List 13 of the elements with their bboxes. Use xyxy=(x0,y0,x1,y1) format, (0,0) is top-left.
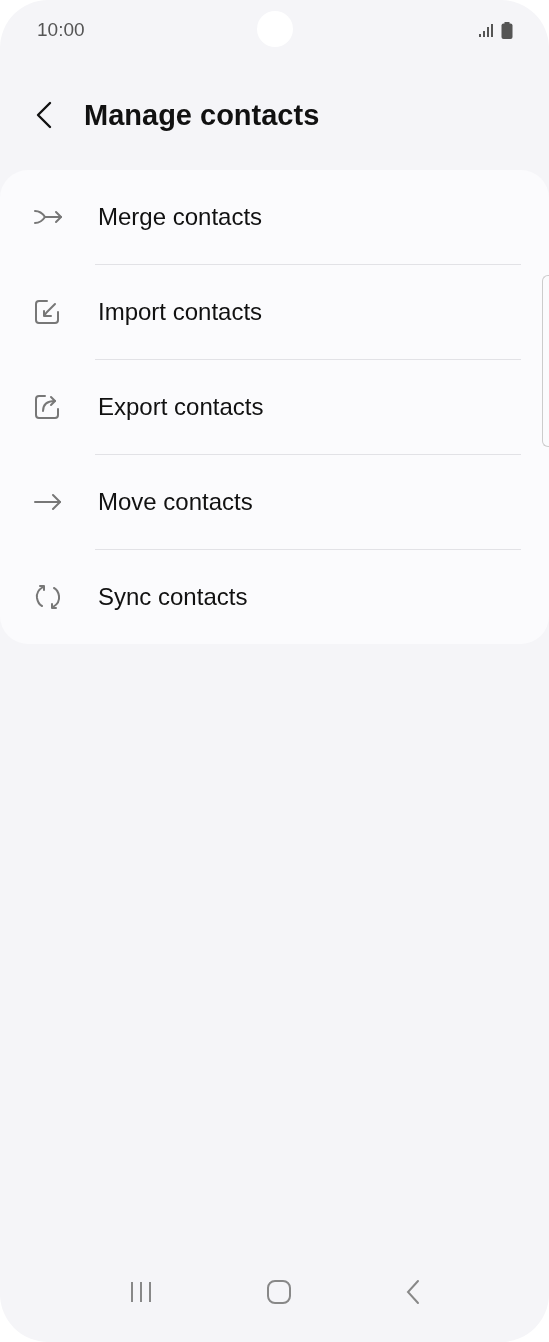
menu-item[interactable]: Export contacts xyxy=(0,360,549,454)
menu-item[interactable]: Sync contacts xyxy=(0,550,549,644)
back-icon[interactable] xyxy=(404,1279,421,1305)
menu-item[interactable]: Import contacts xyxy=(0,265,549,359)
sync-icon xyxy=(33,583,63,611)
status-time: 10:00 xyxy=(37,19,85,41)
battery-icon xyxy=(501,21,513,39)
menu-item[interactable]: Merge contacts xyxy=(0,170,549,264)
signal-icon xyxy=(479,23,495,37)
recent-apps-icon[interactable] xyxy=(128,1280,153,1304)
menu-item[interactable]: Move contacts xyxy=(0,455,549,549)
home-icon[interactable] xyxy=(265,1279,292,1305)
page-title: Manage contacts xyxy=(84,98,320,132)
